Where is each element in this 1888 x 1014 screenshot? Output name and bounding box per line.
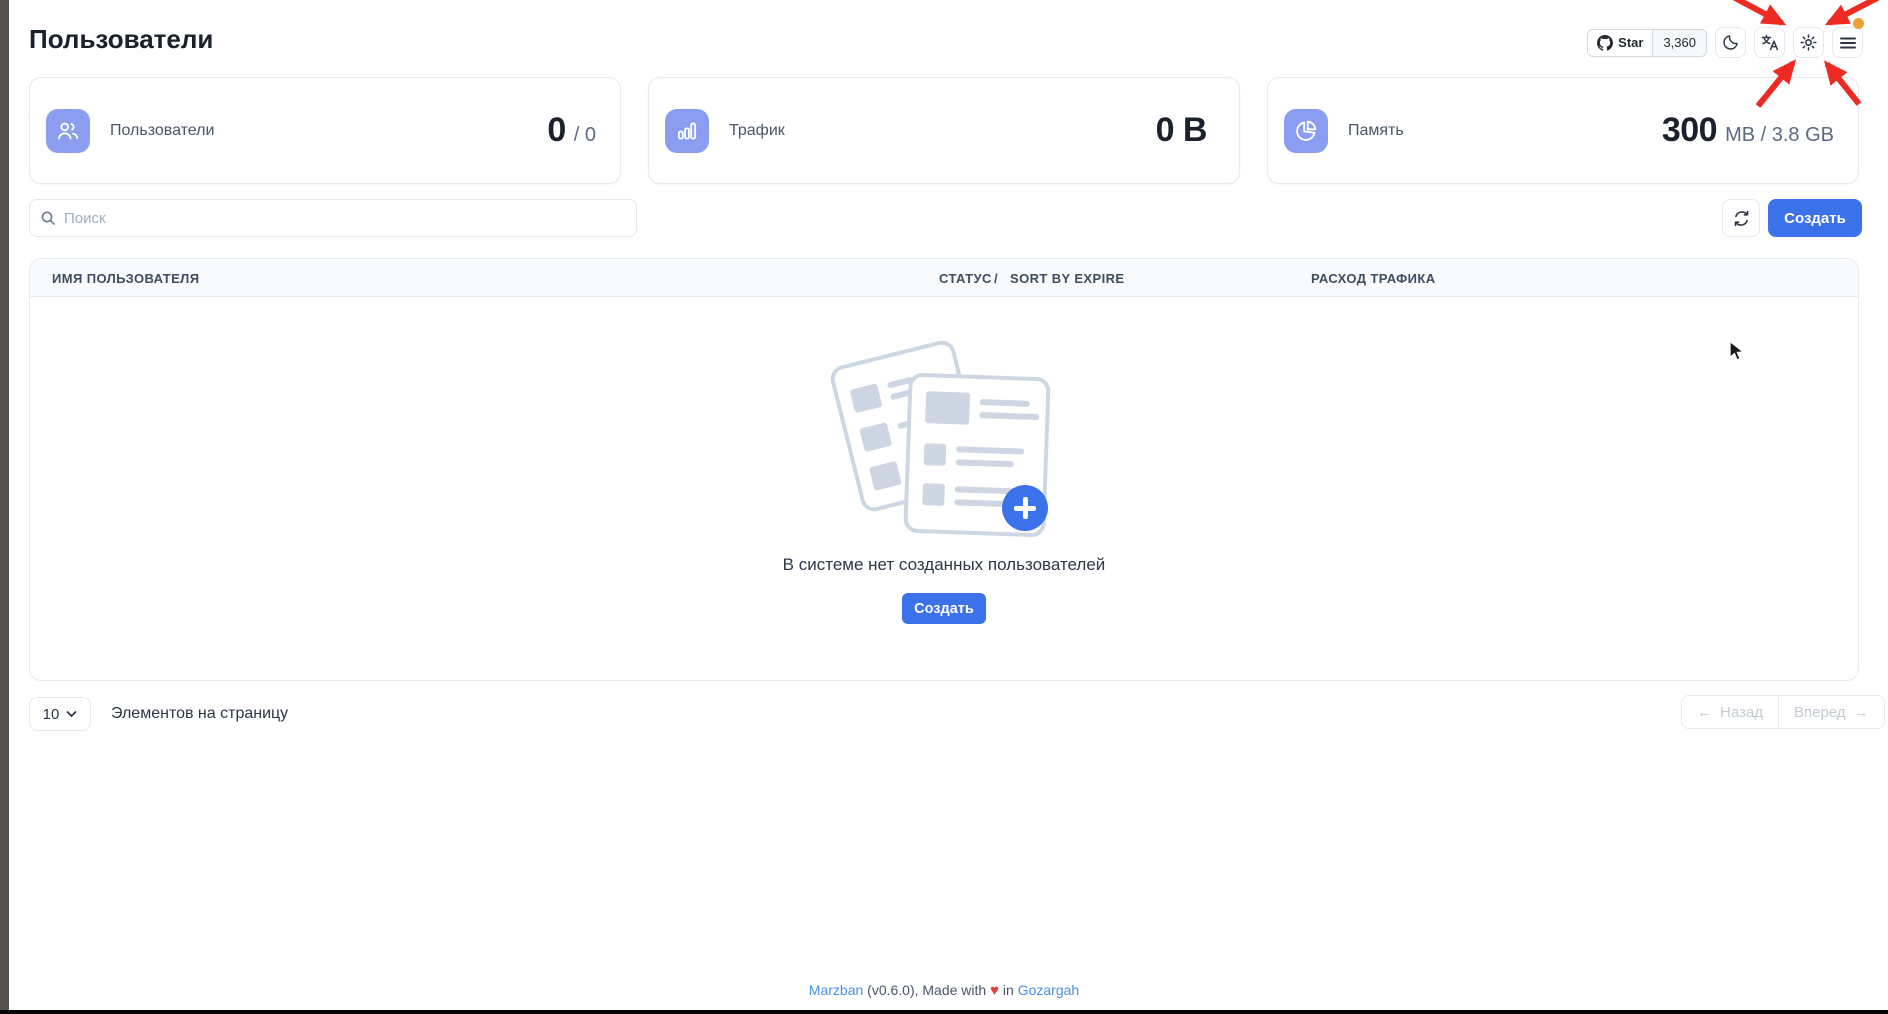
translate-icon	[1760, 33, 1779, 52]
search-icon	[40, 210, 56, 226]
moon-icon	[1721, 33, 1740, 52]
column-sort-by-expire[interactable]: SORT BY EXPIRE	[1010, 271, 1124, 286]
menu-icon	[1839, 34, 1857, 52]
github-star-count[interactable]: 3,360	[1652, 30, 1706, 56]
page-size-value: 10	[43, 706, 60, 723]
header-actions: Star 3,360	[1587, 27, 1863, 58]
github-star-widget[interactable]: Star 3,360	[1587, 29, 1707, 57]
settings-button[interactable]	[1793, 27, 1824, 58]
prev-label: Назад	[1720, 704, 1763, 721]
heart-icon: ♥	[990, 982, 999, 999]
page-title: Пользователи	[29, 24, 213, 55]
stat-suffix: / 0	[574, 124, 596, 147]
search-input[interactable]	[64, 210, 626, 227]
stat-value: 0 B	[1156, 111, 1207, 150]
create-user-button[interactable]: Создать	[1768, 199, 1862, 237]
dark-mode-button[interactable]	[1715, 27, 1746, 58]
right-arrow-icon: →	[1854, 704, 1869, 721]
marzban-users-page: Пользователи Star 3,360 Пользов	[0, 0, 1888, 1014]
users-icon	[46, 109, 90, 153]
stat-value: 0	[547, 111, 565, 150]
footer-brand-link[interactable]: Marzban	[809, 982, 863, 998]
table-header-row: ИМЯ ПОЛЬЗОВАТЕЛЯ СТАТУС / SORT BY EXPIRE…	[30, 259, 1858, 297]
users-table: ИМЯ ПОЛЬЗОВАТЕЛЯ СТАТУС / SORT BY EXPIRE…	[29, 258, 1859, 681]
github-star-button[interactable]: Star	[1588, 30, 1652, 56]
chevron-down-icon	[66, 710, 77, 718]
footer: Marzban (v0.6.0), Made with ♥ in Gozarga…	[0, 982, 1888, 999]
prev-page-button[interactable]: ← Назад	[1682, 696, 1778, 728]
next-page-button[interactable]: Вперед →	[1778, 696, 1884, 728]
left-arrow-icon: ←	[1697, 704, 1712, 721]
window-edge-strip	[0, 0, 9, 1014]
traffic-icon	[665, 109, 709, 153]
page-size-label: Элементов на страницу	[111, 705, 288, 723]
footer-version-text: (v0.6.0), Made with	[867, 982, 986, 998]
bottom-edge-bar	[0, 1010, 1888, 1014]
stat-card-traffic: Трафик 0 B	[648, 77, 1240, 184]
stat-card-memory: Память 300 MB / 3.8 GB	[1267, 77, 1859, 184]
menu-button[interactable]	[1832, 27, 1863, 58]
empty-state-message: В системе нет созданных пользователей	[30, 555, 1858, 575]
footer-org-link[interactable]: Gozargah	[1018, 982, 1079, 998]
column-status[interactable]: СТАТУС	[939, 271, 992, 286]
next-label: Вперед	[1794, 704, 1846, 721]
search-box	[29, 199, 637, 237]
cursor-icon	[1728, 340, 1748, 364]
stat-suffix: MB / 3.8 GB	[1725, 124, 1834, 147]
column-separator: /	[994, 271, 998, 286]
column-traffic-usage[interactable]: РАСХОД ТРАФИКА	[1311, 271, 1436, 286]
stat-card-users: Пользователи 0 / 0	[29, 77, 621, 184]
gear-icon	[1799, 33, 1818, 52]
refresh-button[interactable]	[1722, 199, 1760, 237]
column-username[interactable]: ИМЯ ПОЛЬЗОВАТЕЛЯ	[52, 271, 199, 286]
empty-state-create-button[interactable]: Создать	[902, 593, 986, 624]
stat-cards: Пользователи 0 / 0 Трафик 0 B Память 300 M…	[29, 77, 1859, 184]
github-icon	[1597, 35, 1613, 51]
notification-dot	[1853, 18, 1864, 29]
memory-icon	[1284, 109, 1328, 153]
github-star-label: Star	[1618, 35, 1643, 50]
stat-label: Пользователи	[110, 122, 214, 140]
pagination-controls: ← Назад Вперед →	[1681, 695, 1885, 729]
footer-in-text: in	[1003, 982, 1014, 998]
refresh-icon	[1733, 210, 1750, 227]
stat-label: Трафик	[729, 122, 785, 140]
language-button[interactable]	[1754, 27, 1785, 58]
page-size-select[interactable]: 10	[29, 697, 91, 731]
stat-value: 300	[1662, 111, 1717, 150]
stat-label: Память	[1348, 122, 1404, 140]
empty-state-illustration	[844, 349, 1054, 541]
plus-icon	[1002, 485, 1048, 531]
